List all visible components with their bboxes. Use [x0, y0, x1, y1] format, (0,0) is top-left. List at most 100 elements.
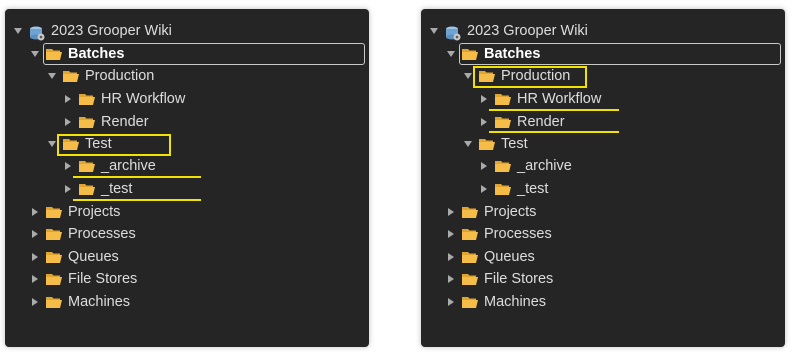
tree-panel-right: 2023 Grooper Wiki Batches Production HR …	[421, 9, 785, 347]
tree-node-render[interactable]: Render	[479, 111, 565, 133]
tree-node-label: Machines	[484, 294, 547, 310]
tree-node-file-stores[interactable]: File Stores	[446, 268, 553, 290]
collapse-icon[interactable]	[429, 26, 439, 36]
expand-icon[interactable]	[446, 297, 456, 307]
tree-node-test-sub[interactable]: _test	[479, 178, 548, 200]
tree-node-hr-workflow[interactable]: HR Workflow	[479, 88, 601, 110]
tree-node-root[interactable]: 2023 Grooper Wiki	[13, 20, 172, 42]
folder-open-icon	[63, 70, 79, 83]
tree-node-processes[interactable]: Processes	[30, 223, 136, 245]
tree-node-hr-workflow[interactable]: HR Workflow	[63, 88, 185, 110]
database-gear-icon	[29, 25, 45, 40]
folder-open-icon	[462, 273, 478, 286]
folder-open-icon	[79, 160, 95, 173]
collapse-icon[interactable]	[47, 71, 57, 81]
database-gear-icon	[445, 25, 461, 40]
folder-open-icon	[79, 116, 95, 129]
expand-icon[interactable]	[446, 274, 456, 284]
folder-open-icon	[46, 48, 62, 61]
expand-icon[interactable]	[63, 117, 73, 127]
folder-open-icon	[46, 206, 62, 219]
tree-node-production[interactable]: Production	[463, 65, 570, 87]
collapse-icon[interactable]	[463, 71, 473, 81]
folder-open-icon	[495, 116, 511, 129]
tree-node-label: Test	[501, 136, 528, 152]
folder-open-icon	[46, 273, 62, 286]
tree-node-queues[interactable]: Queues	[446, 246, 535, 268]
tree-node-label: HR Workflow	[517, 91, 602, 107]
expand-icon[interactable]	[30, 207, 40, 217]
expand-icon[interactable]	[63, 161, 73, 171]
expand-icon[interactable]	[446, 229, 456, 239]
folder-open-icon	[462, 251, 478, 264]
expand-icon[interactable]	[63, 94, 73, 104]
collapse-icon[interactable]	[47, 139, 57, 149]
expand-icon[interactable]	[479, 161, 489, 171]
tree-node-label: 2023 Grooper Wiki	[467, 23, 588, 39]
tree-node-label: Machines	[68, 294, 131, 310]
tree-node-machines[interactable]: Machines	[446, 291, 546, 313]
tree-node-machines[interactable]: Machines	[30, 291, 130, 313]
expand-icon[interactable]	[479, 184, 489, 194]
tree-node-batches[interactable]: Batches	[30, 43, 124, 65]
expand-icon[interactable]	[446, 207, 456, 217]
folder-open-icon	[495, 183, 511, 196]
folder-open-icon	[46, 251, 62, 264]
collapse-icon[interactable]	[446, 49, 456, 59]
folder-open-icon	[462, 296, 478, 309]
expand-icon[interactable]	[479, 117, 489, 127]
expand-icon[interactable]	[446, 252, 456, 262]
tree-node-label: Test	[85, 136, 112, 152]
tree-node-label: Processes	[484, 226, 552, 242]
collapse-icon[interactable]	[463, 139, 473, 149]
expand-icon[interactable]	[30, 297, 40, 307]
tree-node-label: File Stores	[484, 271, 554, 287]
tree-node-label: File Stores	[68, 271, 138, 287]
tree-node-root[interactable]: 2023 Grooper Wiki	[429, 20, 588, 42]
folder-open-icon	[79, 93, 95, 106]
tree-node-label: HR Workflow	[101, 91, 186, 107]
collapse-icon[interactable]	[13, 26, 23, 36]
tree-node-label: _test	[101, 181, 133, 197]
folder-open-icon	[479, 138, 495, 151]
expand-icon[interactable]	[30, 229, 40, 239]
expand-icon[interactable]	[479, 94, 489, 104]
tree-node-file-stores[interactable]: File Stores	[30, 268, 137, 290]
tree-node-label: Render	[517, 114, 565, 130]
folder-open-icon	[495, 160, 511, 173]
tree-node-label: 2023 Grooper Wiki	[51, 23, 172, 39]
tree-node-label: Batches	[484, 46, 541, 62]
folder-open-icon	[462, 48, 478, 61]
tree-node-projects[interactable]: Projects	[446, 201, 536, 223]
folder-open-icon	[462, 206, 478, 219]
tree-node-label: Production	[85, 68, 155, 84]
expand-icon[interactable]	[30, 274, 40, 284]
collapse-icon[interactable]	[30, 49, 40, 59]
expand-icon[interactable]	[30, 252, 40, 262]
tree-node-queues[interactable]: Queues	[30, 246, 119, 268]
tree-node-test[interactable]: Test	[463, 133, 528, 155]
tree-node-test[interactable]: Test	[47, 133, 112, 155]
expand-icon[interactable]	[63, 184, 73, 194]
folder-open-icon	[63, 138, 79, 151]
tree-node-label: Production	[501, 68, 571, 84]
tree-node-batches[interactable]: Batches	[446, 43, 540, 65]
folder-open-icon	[479, 70, 495, 83]
tree-node-archive[interactable]: _archive	[63, 155, 156, 177]
tree-node-archive[interactable]: _archive	[479, 155, 572, 177]
tree-node-projects[interactable]: Projects	[30, 201, 120, 223]
tree-node-test-sub[interactable]: _test	[63, 178, 132, 200]
tree-node-label: _archive	[101, 158, 156, 174]
tree-node-label: Render	[101, 114, 149, 130]
tree-node-render[interactable]: Render	[63, 111, 149, 133]
tree-panel-left: 2023 Grooper Wiki Batches Production HR …	[5, 9, 369, 347]
tree-node-production[interactable]: Production	[47, 65, 154, 87]
tree-node-label: Batches	[68, 46, 125, 62]
tree-node-label: Queues	[68, 249, 119, 265]
folder-open-icon	[495, 93, 511, 106]
folder-open-icon	[462, 228, 478, 241]
tree-node-processes[interactable]: Processes	[446, 223, 552, 245]
tree-node-label: Projects	[68, 204, 121, 220]
tree-node-label: _test	[517, 181, 549, 197]
tree-node-label: Processes	[68, 226, 136, 242]
